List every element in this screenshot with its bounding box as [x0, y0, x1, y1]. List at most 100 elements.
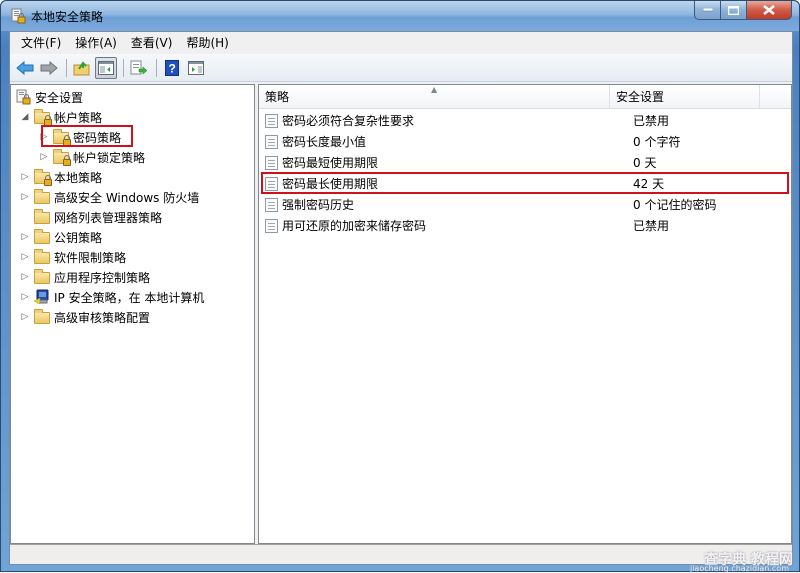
- locked-folder-icon: [34, 169, 52, 186]
- menu-view[interactable]: 查看(V): [124, 33, 180, 53]
- policy-name: 用可还原的加密来储存密码: [282, 219, 427, 233]
- tree-label: 高级安全 Windows 防火墙: [54, 190, 200, 205]
- tree-item-application-control[interactable]: ▷ 应用程序控制策略: [19, 267, 150, 287]
- menu-action[interactable]: 操作(A): [68, 33, 124, 53]
- help-icon: ?: [165, 59, 179, 76]
- policy-icon: [265, 134, 278, 149]
- window-title: 本地安全策略: [31, 10, 104, 24]
- tree-item-software-restriction[interactable]: ▷ 软件限制策略: [19, 247, 126, 267]
- toolbar-separator: [156, 58, 157, 77]
- toolbar: ?: [10, 54, 792, 82]
- close-icon: [763, 5, 775, 15]
- tree-item-ip-security[interactable]: ▷ IP 安全策略，在 本地计算机: [19, 287, 204, 307]
- expanded-arrow-icon[interactable]: ◢: [19, 112, 31, 122]
- toolbar-separator: [66, 58, 67, 77]
- tree-label: 帐户锁定策略: [73, 150, 146, 165]
- console-tree-icon: [98, 60, 114, 75]
- toolbar-separator: [123, 58, 124, 77]
- menu-help[interactable]: 帮助(H): [179, 33, 235, 53]
- highlight-annotation: [41, 125, 133, 147]
- help-button[interactable]: ?: [161, 57, 183, 79]
- policy-icon: [265, 197, 278, 212]
- show-action-pane-button[interactable]: [185, 57, 207, 79]
- export-list-button[interactable]: [128, 57, 150, 79]
- collapsed-arrow-icon[interactable]: ▷: [19, 272, 31, 282]
- collapsed-arrow-icon[interactable]: ▷: [19, 232, 31, 242]
- list-row[interactable]: 密码必须符合复杂性要求 已禁用: [259, 110, 791, 131]
- tree-label: 高级审核策略配置: [54, 310, 151, 325]
- title-bar[interactable]: 本地安全策略: [1, 1, 799, 31]
- column-header-filler: [760, 85, 791, 109]
- tree-item-network-list-manager[interactable]: 网络列表管理器策略: [19, 207, 162, 227]
- minimize-button[interactable]: [694, 1, 721, 20]
- list-row[interactable]: 强制密码历史 0 个记住的密码: [259, 194, 791, 215]
- folder-icon: [34, 229, 50, 245]
- policy-setting: 0 个记住的密码: [633, 198, 717, 212]
- policy-setting: 0 天: [633, 156, 657, 170]
- ip-security-icon: [33, 289, 50, 305]
- app-window: 本地安全策略 文件(F) 操作(A) 查看(V) 帮助(H) ? 安全设置 ◢ …: [0, 0, 800, 573]
- tree-label: 公钥策略: [54, 230, 103, 245]
- menu-file[interactable]: 文件(F): [14, 33, 68, 53]
- folder-icon: [34, 309, 50, 325]
- tree-label: 帐户策略: [54, 110, 103, 125]
- policy-setting: 已禁用: [633, 114, 670, 128]
- tree-label: 软件限制策略: [54, 250, 127, 265]
- folder-icon: [34, 209, 50, 225]
- collapsed-arrow-icon[interactable]: ▷: [38, 152, 50, 162]
- policy-setting: 已禁用: [633, 219, 670, 233]
- tree-item-local-policies[interactable]: ▷ 本地策略: [19, 167, 102, 187]
- highlight-annotation: [261, 172, 789, 194]
- up-level-button[interactable]: [71, 57, 93, 79]
- list-row[interactable]: 密码最短使用期限 0 天: [259, 152, 791, 173]
- tree-item-public-key-policies[interactable]: ▷ 公钥策略: [19, 227, 102, 247]
- security-settings-icon: [15, 89, 31, 105]
- collapsed-arrow-icon[interactable]: ▷: [19, 192, 31, 202]
- export-list-icon: [130, 60, 148, 75]
- tree-label: 安全设置: [35, 90, 84, 105]
- tree-label: 本地策略: [54, 170, 103, 185]
- svg-text:?: ?: [169, 61, 176, 75]
- local-security-policy-icon: [10, 8, 26, 24]
- column-header-security-setting[interactable]: 安全设置: [610, 85, 760, 109]
- action-pane-icon: [188, 60, 204, 75]
- collapsed-arrow-icon[interactable]: ▷: [19, 312, 31, 322]
- list-row[interactable]: 密码长度最小值 0 个字符: [259, 131, 791, 152]
- folder-icon: [34, 269, 50, 285]
- forward-arrow-icon: [40, 60, 58, 75]
- locked-folder-icon: [34, 109, 52, 126]
- tree-root-security-settings[interactable]: 安全设置: [15, 87, 83, 107]
- tree-item-account-policies[interactable]: ◢ 帐户策略: [19, 107, 102, 127]
- menu-bar: 文件(F) 操作(A) 查看(V) 帮助(H): [10, 32, 792, 54]
- column-header-label: 策略: [265, 90, 290, 104]
- collapsed-arrow-icon[interactable]: ▷: [19, 292, 31, 302]
- back-button[interactable]: [14, 57, 36, 79]
- back-arrow-icon: [16, 60, 34, 75]
- policy-icon: [265, 218, 278, 233]
- maximize-button[interactable]: [721, 1, 747, 20]
- minimize-icon: [702, 8, 713, 12]
- forward-button[interactable]: [38, 57, 60, 79]
- policy-list: 策略 ▲ 安全设置 密码必须符合复杂性要求 已禁用 密码长度最小值 0 个字符 …: [258, 84, 792, 544]
- sort-ascending-icon: ▲: [431, 85, 438, 94]
- console-tree: 安全设置 ◢ 帐户策略 ▷ 密码策略 ▷ 帐户锁定策略 ▷ 本地策略 ▷ 高级安…: [10, 84, 255, 544]
- folder-icon: [34, 249, 50, 265]
- tree-label: 应用程序控制策略: [54, 270, 151, 285]
- tree-label: 网络列表管理器策略: [54, 210, 163, 225]
- close-button[interactable]: [747, 1, 792, 20]
- tree-label: IP 安全策略，在 本地计算机: [54, 290, 205, 305]
- list-row[interactable]: 用可还原的加密来储存密码 已禁用: [259, 215, 791, 236]
- folder-icon: [34, 189, 50, 205]
- show-hide-tree-button[interactable]: [95, 56, 117, 79]
- policy-name: 密码必须符合复杂性要求: [282, 114, 415, 128]
- collapsed-arrow-icon[interactable]: ▷: [19, 172, 31, 182]
- policy-setting: 0 个字符: [633, 135, 681, 149]
- column-header-label: 安全设置: [616, 90, 665, 104]
- collapsed-arrow-icon[interactable]: ▷: [19, 252, 31, 262]
- policy-name: 强制密码历史: [282, 198, 355, 212]
- tree-item-advanced-audit[interactable]: ▷ 高级审核策略配置: [19, 307, 150, 327]
- tree-item-windows-firewall[interactable]: ▷ 高级安全 Windows 防火墙: [19, 187, 199, 207]
- tree-item-account-lockout-policy[interactable]: ▷ 帐户锁定策略: [38, 147, 145, 167]
- policy-icon: [265, 113, 278, 128]
- policy-icon: [265, 155, 278, 170]
